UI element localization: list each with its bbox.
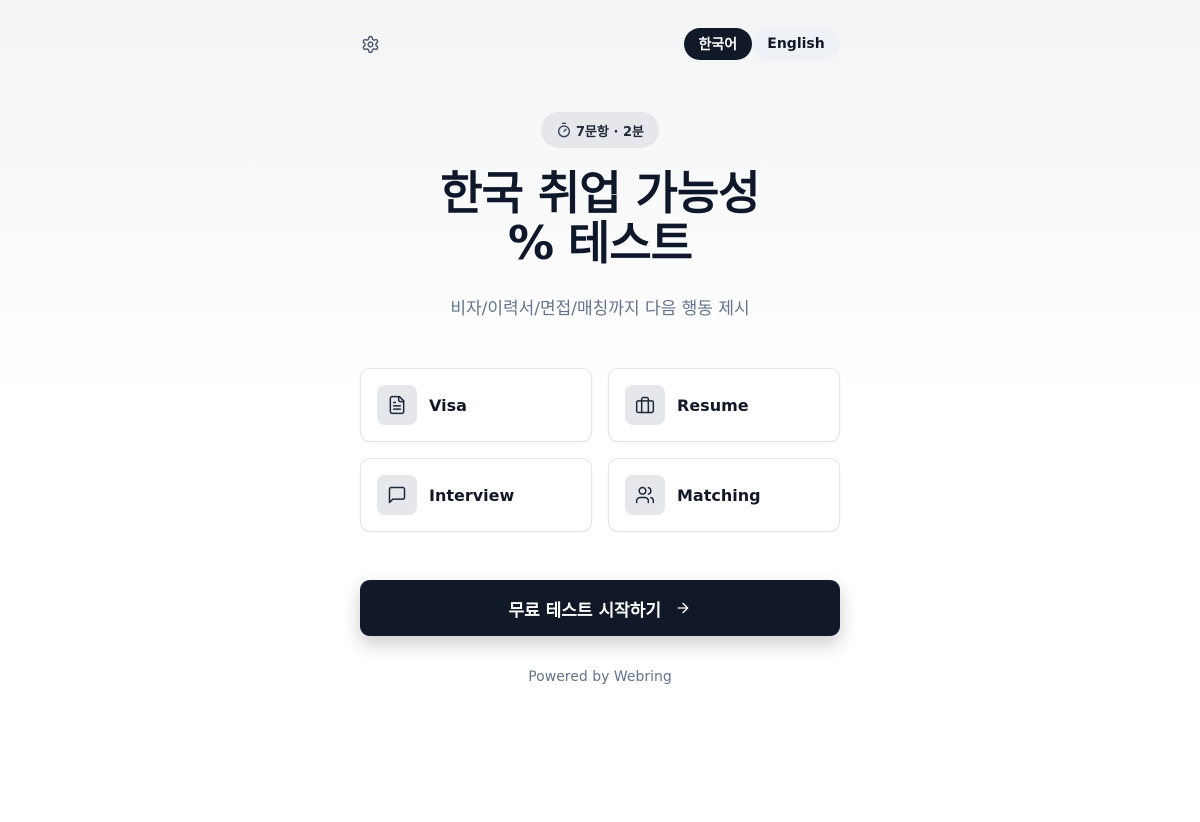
card-label-matching: Matching: [677, 485, 761, 505]
card-label-interview: Interview: [429, 485, 515, 505]
start-test-label: 무료 테스트 시작하기: [508, 600, 662, 621]
card-label-resume: Resume: [677, 395, 749, 415]
chat-icon: [377, 475, 417, 515]
page-title: 한국 취업 가능성 % 테스트: [360, 168, 840, 268]
stopwatch-icon: [556, 122, 572, 138]
gear-icon: [362, 35, 378, 53]
arrow-right-icon: [675, 600, 691, 616]
top-bar: 한국어 English: [360, 28, 840, 60]
lang-korean-button[interactable]: 한국어: [684, 28, 752, 60]
users-icon: [625, 475, 665, 515]
document-icon: [377, 385, 417, 425]
language-switch: 한국어 English: [684, 28, 840, 60]
duration-badge: 7문항 · 2분: [541, 112, 659, 148]
title-line-2: % 테스트: [507, 216, 693, 270]
powered-by-footer: Powered by Webring: [528, 669, 672, 685]
start-test-button[interactable]: 무료 테스트 시작하기: [360, 580, 840, 636]
feature-cards: Visa Resume Interview Matching: [360, 368, 840, 532]
main-container: 한국어 English 7문항 · 2분 한국 취업 가능성 % 테스트 비자/…: [360, 0, 840, 822]
briefcase-icon: [625, 385, 665, 425]
card-interview[interactable]: Interview: [360, 458, 592, 532]
page-subtitle: 비자/이력서/면접/매칭까지 다음 행동 제시: [450, 299, 750, 319]
title-line-1: 한국 취업 가능성: [440, 166, 760, 220]
badge-text: 7문항 · 2분: [576, 124, 644, 140]
card-resume[interactable]: Resume: [608, 368, 840, 442]
card-matching[interactable]: Matching: [608, 458, 840, 532]
card-label-visa: Visa: [429, 395, 467, 415]
lang-english-button[interactable]: English: [752, 28, 840, 60]
settings-button[interactable]: [360, 34, 380, 54]
card-visa[interactable]: Visa: [360, 368, 592, 442]
